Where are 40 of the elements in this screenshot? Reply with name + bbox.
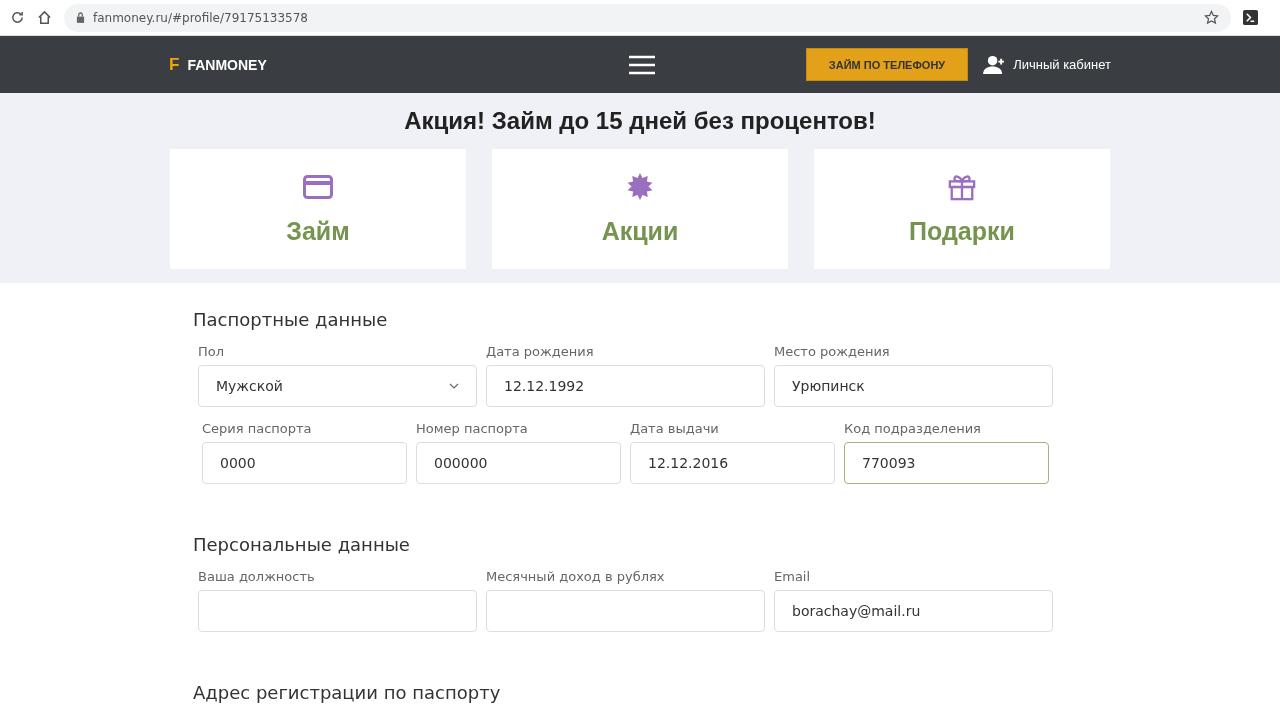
field-label: Email xyxy=(774,569,812,584)
field-label: Номер паспорта xyxy=(416,421,529,436)
select-field[interactable]: Мужской xyxy=(198,365,477,407)
field-label: Место рождения xyxy=(774,344,891,359)
input-field[interactable]: 0000 xyxy=(202,442,407,484)
home-icon[interactable] xyxy=(37,10,52,25)
input-field[interactable]: 000000 xyxy=(416,442,621,484)
lock-icon xyxy=(76,12,85,23)
credit-card-icon xyxy=(303,172,333,201)
field-label: Дата выдачи xyxy=(630,421,720,436)
menu-icon[interactable] xyxy=(629,54,656,75)
gift-icon xyxy=(947,172,977,201)
reload-icon[interactable] xyxy=(10,10,25,25)
loan-by-phone-button[interactable]: ЗАЙМ ПО ТЕЛЕФОНУ xyxy=(805,48,969,81)
field-label: Месячный доход в рублях xyxy=(486,569,666,584)
field-label: Дата рождения xyxy=(486,344,595,359)
star-icon[interactable] xyxy=(1204,10,1219,25)
url-text: fanmoney.ru/#profile/79175133578 xyxy=(93,10,309,25)
input-field[interactable]: 12.12.1992 xyxy=(486,365,765,407)
input-field[interactable]: borachay@mail.ru xyxy=(774,590,1053,632)
field-label: Серия паспорта xyxy=(202,421,313,436)
field-label: Код подразделения xyxy=(844,421,982,436)
field-label: Пол xyxy=(198,344,226,359)
starburst-icon xyxy=(625,172,655,201)
section-title: Персональные данные xyxy=(193,534,411,555)
section-title: Паспортные данные xyxy=(193,309,389,330)
field-label: Ваша должность xyxy=(198,569,316,584)
extension-icon[interactable] xyxy=(1243,10,1258,25)
address-bar[interactable]: fanmoney.ru/#profile/79175133578 xyxy=(64,3,1231,32)
logo-text: FANMONEY xyxy=(187,56,267,73)
input-field[interactable]: Урюпинск xyxy=(774,365,1053,407)
chevron-down-icon xyxy=(449,383,459,389)
input-field[interactable] xyxy=(486,590,765,632)
input-field[interactable]: 12.12.2016 xyxy=(630,442,835,484)
input-field[interactable] xyxy=(198,590,477,632)
account-link[interactable]: Личный кабинет xyxy=(982,55,1111,74)
input-field[interactable]: 770093 xyxy=(844,442,1049,484)
section-title: Адрес регистрации по паспорту xyxy=(193,682,502,703)
logo-letter: F xyxy=(169,54,180,75)
promo-title: Акция! Займ до 15 дней без процентов! xyxy=(404,107,876,135)
